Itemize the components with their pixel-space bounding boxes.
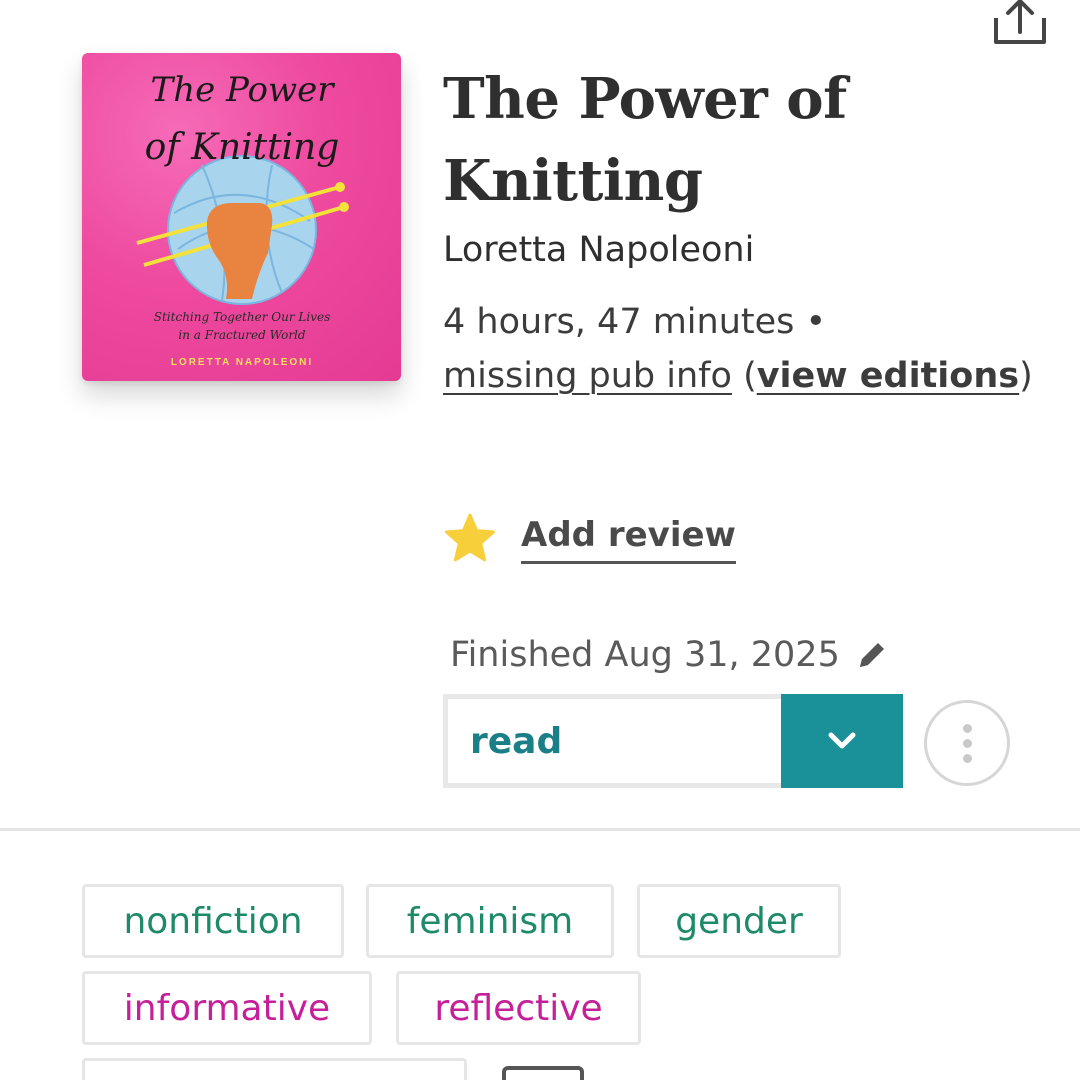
star-icon bbox=[445, 513, 495, 562]
tag-nonfiction[interactable]: nonfiction bbox=[82, 884, 344, 958]
book-detail-page: The Power of Knitting Stitching Together… bbox=[0, 0, 1080, 1080]
add-review-button[interactable]: Add review bbox=[521, 515, 736, 564]
chevron-down-icon bbox=[828, 732, 856, 749]
missing-pub-info-link[interactable]: missing pub info bbox=[443, 356, 732, 396]
pencil-icon[interactable] bbox=[854, 637, 890, 673]
book-author[interactable]: Loretta Napoleoni bbox=[443, 230, 754, 270]
cover-subtitle-line1: Stitching Together Our Lives bbox=[154, 310, 330, 324]
status-dropdown-button[interactable] bbox=[781, 694, 903, 788]
view-editions-link[interactable]: view editions bbox=[757, 356, 1019, 396]
more-vertical-icon-dot-3 bbox=[962, 753, 972, 763]
tag-gender[interactable]: gender bbox=[637, 884, 841, 958]
tag-partial-row[interactable] bbox=[82, 1058, 467, 1080]
more-vertical-icon-dot-2 bbox=[962, 738, 972, 748]
tag-informative[interactable]: informative bbox=[82, 971, 372, 1045]
reading-status-dropdown[interactable]: read bbox=[443, 694, 903, 788]
book-meta: 4 hours, 47 minutes • missing pub info (… bbox=[443, 295, 1053, 403]
tag-reflective[interactable]: reflective bbox=[396, 971, 641, 1045]
paren-open: ( bbox=[743, 356, 757, 396]
paren-close: ) bbox=[1019, 356, 1033, 396]
finished-date: Finished Aug 31, 2025 bbox=[450, 635, 840, 675]
book-cover-art: The Power of Knitting Stitching Together… bbox=[136, 70, 349, 368]
finished-date-row[interactable]: Finished Aug 31, 2025 bbox=[450, 635, 890, 675]
cover-title-line2: of Knitting bbox=[145, 127, 340, 168]
book-title: The Power of Knitting bbox=[443, 66, 847, 214]
cover-title-line1: The Power bbox=[151, 70, 336, 110]
meta-separator: • bbox=[805, 302, 827, 342]
book-duration: 4 hours, 47 minutes bbox=[443, 302, 795, 342]
partial-icon bbox=[502, 1066, 584, 1080]
share-icon[interactable] bbox=[988, 0, 1052, 50]
book-cover[interactable]: The Power of Knitting Stitching Together… bbox=[82, 53, 401, 381]
cover-author: LORETTA NAPOLEONI bbox=[171, 357, 313, 368]
section-divider bbox=[0, 828, 1080, 831]
more-vertical-icon bbox=[962, 723, 972, 733]
tag-feminism[interactable]: feminism bbox=[366, 884, 614, 958]
more-options-button[interactable] bbox=[924, 700, 1010, 786]
cover-subtitle-line2: in a Fractured World bbox=[178, 328, 305, 342]
status-value[interactable]: read bbox=[443, 694, 781, 788]
add-review-row[interactable]: Add review bbox=[443, 505, 736, 573]
